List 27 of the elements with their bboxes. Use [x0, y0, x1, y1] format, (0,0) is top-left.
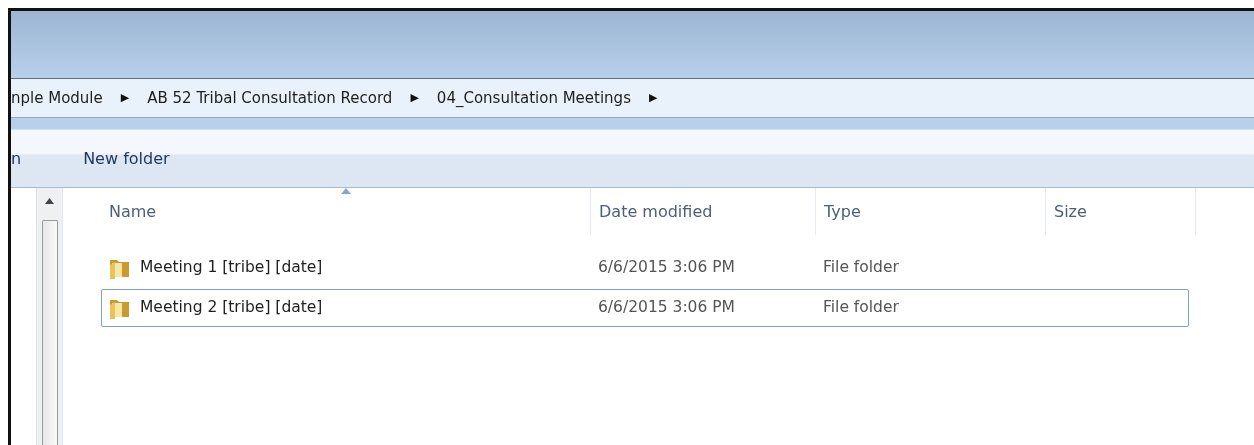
- breadcrumb-separator[interactable]: ▶: [120, 89, 130, 107]
- toolbar-button[interactable]: n: [11, 146, 22, 171]
- date-modified: 6/6/2015 3:06 PM: [597, 257, 736, 279]
- breadcrumb-separator[interactable]: ▶: [410, 89, 419, 107]
- file-type: File folder: [822, 297, 900, 319]
- scroll-up-icon[interactable]: [45, 198, 54, 204]
- sort-arrow-icon: [340, 188, 351, 194]
- scrollbar[interactable]: [36, 188, 62, 445]
- file-row[interactable]: Meeting 2 [tribe] [date] 6/6/2015 3:06 PM File folder: [101, 289, 1189, 327]
- column-header[interactable]: Date modified: [591, 188, 816, 235]
- file-name: Meeting 1 [tribe] [date]: [140, 257, 323, 279]
- column-header[interactable]: Size: [1046, 188, 1196, 235]
- column-header[interactable]: Name: [101, 188, 591, 235]
- breadcrumb-item[interactable]: 04_Consultation Meetings: [436, 86, 631, 110]
- folder-icon: [108, 257, 132, 279]
- breadcrumb-item[interactable]: AB 52 Tribal Consultation Record: [147, 86, 393, 110]
- toolbar-button[interactable]: New folder: [83, 146, 170, 171]
- date-modified: 6/6/2015 3:06 PM: [597, 297, 736, 319]
- file-row[interactable]: Meeting 1 [tribe] [date] 6/6/2015 3:06 PM File folder: [101, 249, 1189, 287]
- file-name: Meeting 2 [tribe] [date]: [140, 297, 323, 319]
- scroll-thumb[interactable]: [41, 220, 58, 445]
- file-type: File folder: [822, 257, 900, 279]
- breadcrumb-separator[interactable]: ▶: [648, 89, 658, 107]
- breadcrumb-item[interactable]: nple Module: [11, 86, 103, 110]
- folder-icon: [108, 297, 132, 319]
- address-bar[interactable]: nple Module ▶ AB 52 Tribal Consultation Record ▶ 04_Consultation Meetings ▶: [11, 78, 1254, 118]
- column-header[interactable]: Type: [816, 188, 1046, 235]
